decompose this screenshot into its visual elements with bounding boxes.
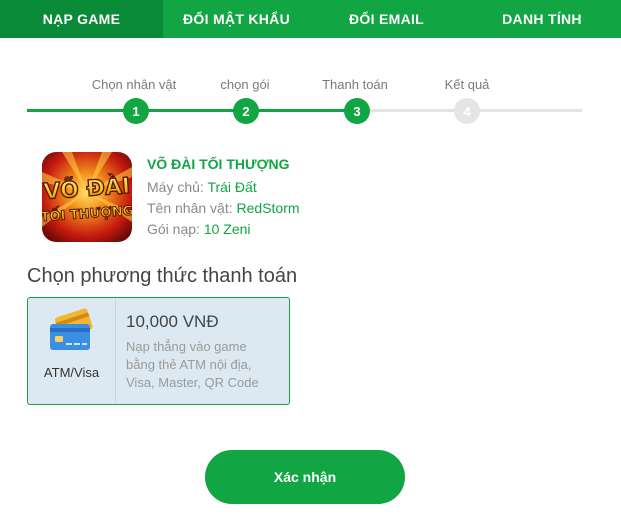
step-label-chon-goi: chọn gói <box>220 77 270 92</box>
payment-method-atm-visa[interactable]: ATM/Visa 10,000 VNĐ Nạp thẳng vào game b… <box>27 297 290 405</box>
game-info: VÕ ĐÀI TỐI THƯỢNG Máy chủ: Trái Đất Tên … <box>147 156 300 240</box>
confirm-button[interactable]: Xác nhận <box>205 450 405 504</box>
package-row: Gói nạp: 10 Zeni <box>147 219 300 240</box>
payment-section-title: Chọn phương thức thanh toán <box>27 265 298 287</box>
stepper-track-completed <box>27 109 357 112</box>
character-value: RedStorm <box>236 200 300 216</box>
game-logo: VÕ ĐÀI TỐI THƯỢNG <box>42 152 132 242</box>
step-dot-1: 1 <box>123 98 149 124</box>
payment-method-label: ATM/Visa <box>43 365 100 380</box>
package-value: 10 Zeni <box>203 221 251 237</box>
server-label: Máy chủ: <box>147 179 204 195</box>
progress-stepper: Chọn nhân vật chọn gói Thanh toán Kết qu… <box>0 70 621 130</box>
character-label: Tên nhân vật: <box>147 200 233 216</box>
step-dot-3: 3 <box>344 98 370 124</box>
server-value: Trái Đất <box>207 179 257 195</box>
step-label-chon-nhan-vat: Chọn nhân vật <box>91 77 177 92</box>
step-label-thanh-toan: Thanh toán <box>322 77 388 92</box>
payment-method-icon-area: ATM/Visa <box>28 298 116 404</box>
payment-price: 10,000 VNĐ <box>126 312 219 331</box>
package-label: Gói nạp: <box>147 221 200 237</box>
server-row: Máy chủ: Trái Đất <box>147 177 300 198</box>
top-tab-bar: NẠP GAME ĐỔI MẬT KHẨU ĐỔI EMAIL DANH TÍN… <box>0 0 621 38</box>
tab-doi-mat-khau[interactable]: ĐỔI MẬT KHẨU <box>163 0 310 38</box>
tab-nap-game[interactable]: NẠP GAME <box>0 0 163 38</box>
tab-doi-email[interactable]: ĐỔI EMAIL <box>310 0 463 38</box>
credit-card-icon <box>47 308 97 357</box>
step-dot-2: 2 <box>233 98 259 124</box>
step-dot-4: 4 <box>454 98 480 124</box>
payment-method-details: 10,000 VNĐ Nạp thẳng vào game bằng thẻ A… <box>116 298 289 404</box>
step-label-ket-qua: Kết quả <box>444 77 490 92</box>
game-title: VÕ ĐÀI TỐI THƯỢNG <box>147 156 290 172</box>
tab-danh-tinh[interactable]: DANH TÍNH <box>463 0 621 38</box>
game-logo-image: VÕ ĐÀI TỐI THƯỢNG <box>42 152 132 242</box>
character-row: Tên nhân vật: RedStorm <box>147 198 300 219</box>
payment-description: Nạp thẳng vào game bằng thẻ ATM nội địa,… <box>126 339 259 390</box>
